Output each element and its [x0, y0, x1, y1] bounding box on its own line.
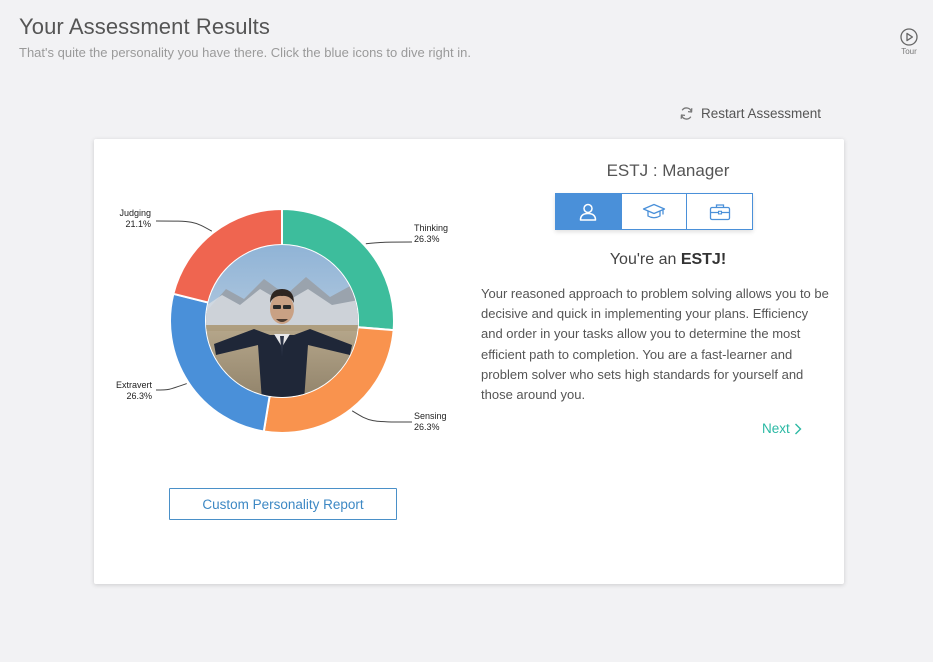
- leader-line-sensing: [351, 410, 413, 423]
- chart-label-sensing-value: 26.3%: [414, 422, 440, 432]
- tab-education[interactable]: [621, 194, 688, 229]
- restart-label: Restart Assessment: [701, 106, 822, 121]
- tab-personality[interactable]: [556, 194, 622, 229]
- tab-career[interactable]: [687, 194, 753, 229]
- page-subtitle: That's quite the personality you have th…: [19, 45, 471, 60]
- tour-label: Tour: [901, 47, 917, 56]
- graduation-cap-icon: [642, 203, 666, 218]
- chart-label-sensing-name: Sensing: [414, 411, 447, 421]
- chart-label-judging-name: Judging: [119, 208, 151, 218]
- chart-label-judging-value: 21.1%: [125, 219, 151, 229]
- result-headline: You're an ESTJ!: [534, 251, 802, 269]
- user-icon: [580, 203, 597, 221]
- leader-line-judging: [155, 220, 213, 232]
- chart-label-extravert: Extravert 26.3%: [108, 380, 152, 402]
- restart-assessment-button[interactable]: Restart Assessment: [679, 106, 821, 121]
- headline-type: ESTJ!: [680, 251, 727, 268]
- chevron-right-icon: [794, 423, 802, 434]
- leader-line-thinking: [365, 241, 413, 245]
- headline-prefix: You're an: [609, 251, 681, 268]
- refresh-icon: [680, 107, 693, 120]
- chart-label-extravert-value: 26.3%: [126, 391, 152, 401]
- briefcase-icon: [709, 203, 730, 220]
- chart-label-sensing: Sensing 26.3%: [414, 411, 447, 433]
- result-tabs: [555, 193, 753, 230]
- personality-donut-chart: [155, 207, 413, 434]
- next-label: Next: [762, 421, 790, 436]
- play-circle-icon: [900, 28, 918, 46]
- leader-line-extravert: [155, 383, 187, 391]
- page-title: Your Assessment Results: [19, 14, 270, 39]
- custom-personality-report-button[interactable]: Custom Personality Report: [169, 488, 397, 520]
- chart-label-thinking: Thinking 26.3%: [414, 223, 448, 245]
- chart-label-thinking-value: 26.3%: [414, 234, 440, 244]
- personality-type-title: ESTJ : Manager: [606, 161, 730, 180]
- chart-label-extravert-name: Extravert: [115, 380, 152, 390]
- result-description: Your reasoned approach to problem solvin…: [481, 286, 829, 403]
- next-button[interactable]: Next: [762, 421, 802, 436]
- tour-button[interactable]: Tour: [897, 28, 921, 56]
- chart-label-judging: Judging 21.1%: [115, 208, 151, 230]
- chart-label-thinking-name: Thinking: [414, 223, 449, 233]
- results-card: Judging 21.1% Thinking 26.3% Extravert 2…: [94, 139, 844, 584]
